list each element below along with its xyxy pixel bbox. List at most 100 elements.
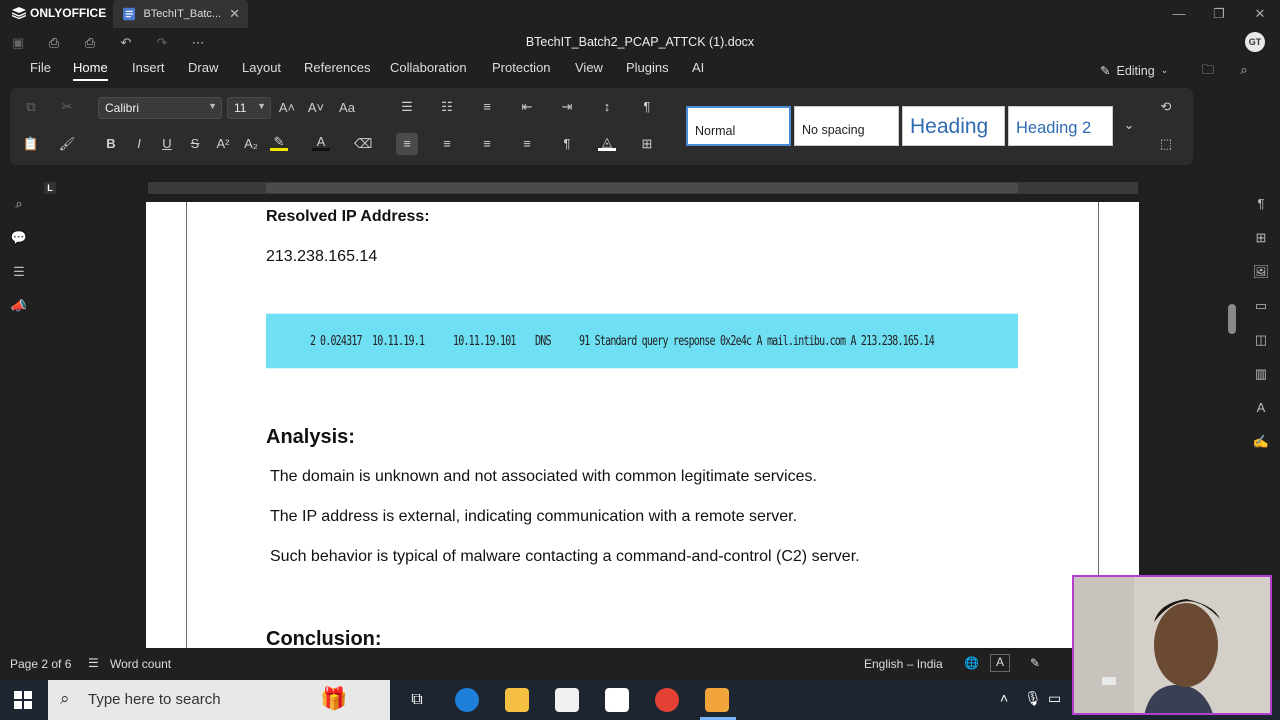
font-name-select[interactable]: Calibri ▼ xyxy=(98,97,222,119)
multilevel-list-icon[interactable]: ≡ xyxy=(478,98,496,116)
clear-style-icon[interactable]: ⌫ xyxy=(354,135,372,153)
taskbar-search[interactable]: ⌕ Type here to search 🎁 xyxy=(48,680,390,720)
styles-expand-icon[interactable]: ⌄ xyxy=(1120,116,1138,134)
editing-mode-button[interactable]: ✎ Editing ⌄ xyxy=(1100,63,1168,79)
line-spacing-icon[interactable]: ↕ xyxy=(598,98,616,116)
chrome-icon[interactable] xyxy=(655,688,679,712)
globe-icon[interactable]: 🌐 xyxy=(964,656,979,670)
cut-icon[interactable]: ✂ xyxy=(58,98,76,116)
menu-insert[interactable]: Insert xyxy=(132,60,165,79)
scrollbar-thumb[interactable] xyxy=(1228,304,1236,334)
header-footer-icon[interactable]: ▭ xyxy=(1252,298,1270,316)
italic-icon[interactable]: I xyxy=(130,135,148,153)
image-settings-icon[interactable]: 🖼 xyxy=(1252,264,1270,282)
taskbar-search-placeholder: Type here to search xyxy=(88,691,221,708)
format-painter-icon[interactable]: 🖌 xyxy=(58,135,76,153)
dns-no: 2 xyxy=(310,334,316,349)
select-all-icon[interactable]: ⬚ xyxy=(1157,135,1175,153)
increase-indent-icon[interactable]: ⇥ xyxy=(558,98,576,116)
align-right-icon[interactable]: ≡ xyxy=(478,135,496,153)
store-icon[interactable] xyxy=(555,688,579,712)
menu-layout[interactable]: Layout xyxy=(242,60,281,79)
spellcheck-icon[interactable]: A xyxy=(990,654,1010,672)
strikethrough-icon[interactable]: S xyxy=(186,135,204,153)
navigation-icon[interactable]: ☰ xyxy=(10,264,28,282)
show-hidden-icons-icon[interactable]: ˄ xyxy=(1000,690,1008,706)
signature-icon[interactable]: ✍ xyxy=(1252,434,1270,452)
language-selector[interactable]: English – India xyxy=(864,657,943,671)
superscript-icon[interactable]: A² xyxy=(214,135,232,153)
menu-file[interactable]: File xyxy=(30,60,51,79)
horizontal-ruler[interactable] xyxy=(148,182,1138,194)
copy-icon[interactable]: ⧉ xyxy=(22,98,40,116)
tab-stop-selector[interactable]: L xyxy=(44,182,56,194)
numbering-icon[interactable]: ☷ xyxy=(438,98,456,116)
shading-icon[interactable]: ◬ xyxy=(598,133,616,151)
menu-home[interactable]: Home xyxy=(73,60,108,81)
minimize-window-button[interactable]: — xyxy=(1167,4,1191,24)
close-tab-icon[interactable]: ✕ xyxy=(229,6,240,22)
nonprinting-characters-icon[interactable]: ¶ xyxy=(558,135,576,153)
battery-icon[interactable]: ▭ xyxy=(1048,690,1061,707)
change-case-icon[interactable]: Aa xyxy=(338,99,356,117)
underline-icon[interactable]: U xyxy=(158,135,176,153)
font-size-select[interactable]: 11 ▼ xyxy=(227,97,271,119)
menu-ai[interactable]: AI xyxy=(692,60,704,79)
text-art-icon[interactable]: A xyxy=(1252,400,1270,418)
align-center-icon[interactable]: ≡ xyxy=(438,135,456,153)
bold-icon[interactable]: B xyxy=(102,135,120,153)
menu-plugins[interactable]: Plugins xyxy=(626,60,669,79)
find-icon[interactable]: ⌕ xyxy=(10,196,28,214)
menu-protection[interactable]: Protection xyxy=(492,60,551,79)
task-view-icon[interactable]: ⧉ xyxy=(405,688,429,712)
paste-icon[interactable]: 📋 xyxy=(22,135,40,153)
menu-collaboration[interactable]: Collaboration xyxy=(390,60,467,79)
file-explorer-icon[interactable] xyxy=(505,688,529,712)
feedback-icon[interactable]: 📣 xyxy=(10,298,28,316)
mail-icon[interactable] xyxy=(605,688,629,712)
font-color-icon[interactable]: A xyxy=(312,133,330,151)
decrease-indent-icon[interactable]: ⇤ xyxy=(518,98,536,116)
comments-icon[interactable]: 💬 xyxy=(10,230,28,248)
style-heading-2[interactable]: Heading 2 xyxy=(1008,106,1113,146)
paragraph-settings-icon[interactable]: ¶ xyxy=(1252,196,1270,214)
menu-draw[interactable]: Draw xyxy=(188,60,218,79)
document-tab-label: BTechIT_Batc... xyxy=(143,8,222,20)
justify-icon[interactable]: ≡ xyxy=(518,135,536,153)
word-count-icon[interactable]: ☰ xyxy=(88,656,99,670)
chart-settings-icon[interactable]: ▥ xyxy=(1252,366,1270,384)
paragraph-spacing-icon[interactable]: ¶ xyxy=(638,98,656,116)
menu-references[interactable]: References xyxy=(304,60,370,79)
align-left-icon[interactable]: ≡ xyxy=(396,133,418,155)
onlyoffice-taskbar-icon[interactable] xyxy=(705,688,729,712)
increase-font-icon[interactable]: A˄ xyxy=(278,99,296,117)
page-indicator[interactable]: Page 2 of 6 xyxy=(10,657,71,671)
style-no-spacing[interactable]: No spacing xyxy=(794,106,899,146)
document-tab[interactable]: BTechIT_Batc... ✕ xyxy=(113,0,248,28)
heading-resolved-ip: Resolved IP Address: xyxy=(266,208,430,225)
menu-view[interactable]: View xyxy=(575,60,603,79)
style-normal[interactable]: Normal xyxy=(686,106,791,146)
close-window-button[interactable]: ✕ xyxy=(1248,4,1272,24)
open-folder-icon[interactable]: 🗀 xyxy=(1199,61,1217,79)
subscript-icon[interactable]: A₂ xyxy=(242,135,260,153)
borders-icon[interactable]: ⊞ xyxy=(638,135,656,153)
search-icon[interactable]: ⌕ xyxy=(1235,61,1253,79)
highlight-color-icon[interactable]: ✎ xyxy=(270,133,288,151)
avatar[interactable]: GT xyxy=(1245,32,1265,52)
word-count-button[interactable]: Word count xyxy=(110,657,171,671)
document-canvas[interactable]: Resolved IP Address: 213.238.165.14 2 0.… xyxy=(58,196,1218,648)
bullets-icon[interactable]: ☰ xyxy=(398,98,416,116)
table-settings-icon[interactable]: ⊞ xyxy=(1252,230,1270,248)
restore-window-button[interactable]: ❐ xyxy=(1207,4,1231,24)
replace-icon[interactable]: ⟲ xyxy=(1157,98,1175,116)
microphone-icon[interactable]: 🎙 xyxy=(1024,690,1042,707)
style-heading[interactable]: Heading xyxy=(902,106,1005,146)
decrease-font-icon[interactable]: A˅ xyxy=(307,99,325,117)
windows-start-icon[interactable] xyxy=(14,691,32,709)
edge-icon[interactable] xyxy=(455,688,479,712)
document-page[interactable]: Resolved IP Address: 213.238.165.14 2 0.… xyxy=(146,202,1139,648)
ruler-text-area xyxy=(266,183,1018,193)
track-changes-icon[interactable]: ✎ xyxy=(1030,656,1040,670)
shape-settings-icon[interactable]: ◫ xyxy=(1252,332,1270,350)
